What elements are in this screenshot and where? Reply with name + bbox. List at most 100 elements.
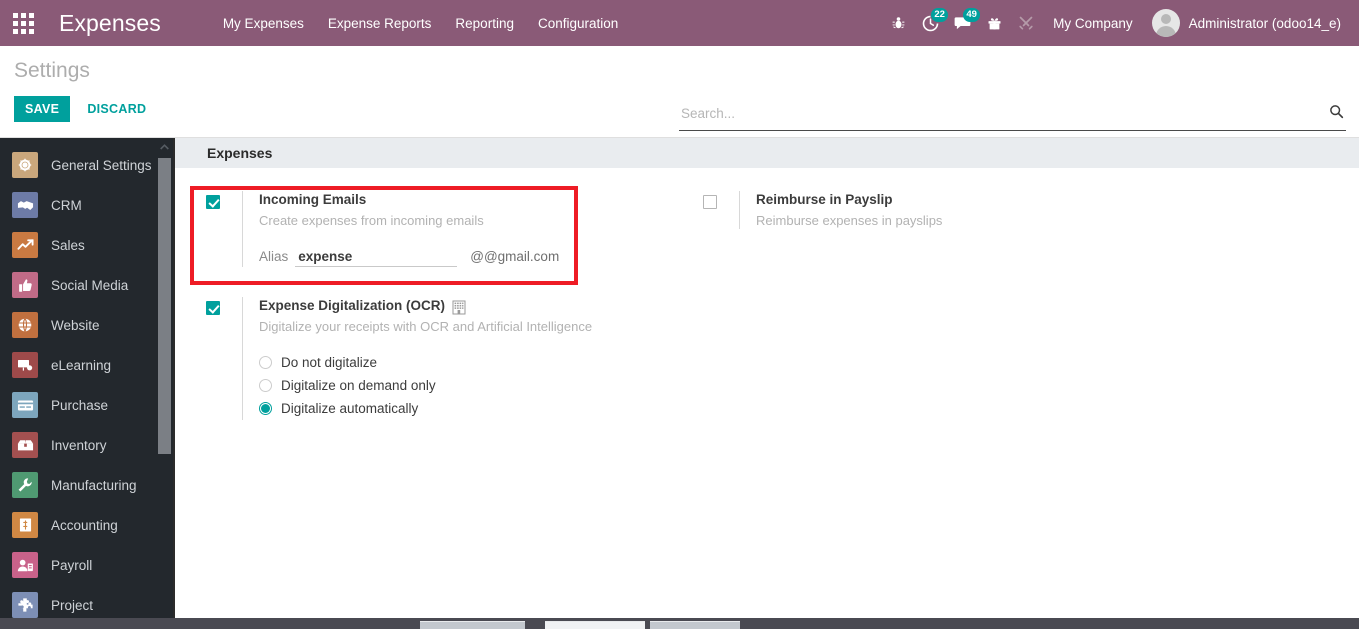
- sidebar-item-accounting[interactable]: Accounting: [0, 505, 173, 545]
- sidebar-item-label: eLearning: [51, 357, 112, 373]
- settings-column-right: Reimburse in Payslip Reimburse expenses …: [689, 185, 1186, 426]
- alias-field-row: Alias @@gmail.com: [259, 249, 689, 267]
- scrollbar-thumb[interactable]: [158, 158, 171, 454]
- sidebar-item-label: General Settings: [51, 157, 152, 173]
- app-brand-title[interactable]: Expenses: [59, 10, 161, 37]
- action-buttons: SAVE DISCARD: [14, 96, 155, 122]
- save-button[interactable]: SAVE: [14, 96, 71, 122]
- ocr-radio-group: Do not digitalize Digitalize on demand o…: [259, 351, 689, 420]
- menu-item-reporting[interactable]: Reporting: [443, 8, 526, 39]
- ocr-option-do-not-digitalize[interactable]: Do not digitalize: [259, 351, 689, 374]
- ocr-checkbox-wrap: [206, 297, 242, 315]
- box-icon: [12, 432, 38, 458]
- enterprise-building-icon: [452, 300, 466, 315]
- settings-sidebar[interactable]: General Settings CRM Sales Social Media: [0, 138, 173, 629]
- sidebar-scrollbar[interactable]: [156, 138, 173, 629]
- os-taskbar: [0, 618, 1359, 629]
- menu-item-configuration[interactable]: Configuration: [526, 8, 630, 39]
- alias-label: Alias: [259, 249, 289, 264]
- reimburse-description: Reimburse expenses in payslips: [756, 213, 943, 228]
- company-selector[interactable]: My Company: [1042, 8, 1144, 39]
- discard-button[interactable]: DISCARD: [78, 96, 155, 122]
- radio-do-not-digitalize[interactable]: [259, 356, 272, 369]
- search-input[interactable]: [679, 106, 1323, 125]
- ocr-title: Expense Digitalization (OCR): [259, 297, 689, 315]
- taskbar-window-3[interactable]: [650, 621, 740, 629]
- radio-label: Do not digitalize: [281, 355, 378, 370]
- bug-icon[interactable]: [882, 0, 914, 46]
- search-icon[interactable]: [1323, 104, 1346, 128]
- sidebar-item-label: Inventory: [51, 437, 107, 453]
- settings-content: Expenses Incoming Emails Create expenses…: [173, 138, 1359, 618]
- sidebar-item-sales[interactable]: Sales: [0, 225, 173, 265]
- incoming-emails-title: Incoming Emails: [259, 191, 689, 209]
- setting-reimburse-in-payslip: Reimburse in Payslip Reimburse expenses …: [689, 185, 1186, 235]
- sidebar-item-label: Website: [51, 317, 100, 333]
- globe-icon: [12, 312, 38, 338]
- sidebar-item-label: Social Media: [51, 277, 129, 293]
- employee-icon: [12, 552, 38, 578]
- main-menu: My Expenses Expense Reports Reporting Co…: [211, 8, 630, 39]
- handshake-icon: [12, 192, 38, 218]
- radio-digitalize-on-demand[interactable]: [259, 379, 272, 392]
- radio-digitalize-automatically[interactable]: [259, 402, 272, 415]
- sidebar-item-purchase[interactable]: Purchase: [0, 385, 173, 425]
- wrench-icon: [12, 472, 38, 498]
- top-navigation-bar: Expenses My Expenses Expense Reports Rep…: [0, 0, 1359, 46]
- reimburse-title: Reimburse in Payslip: [756, 191, 1186, 209]
- sidebar-item-label: Manufacturing: [51, 477, 137, 493]
- gift-icon[interactable]: [978, 0, 1010, 46]
- ocr-title-text: Expense Digitalization (OCR): [259, 298, 446, 313]
- radio-label: Digitalize on demand only: [281, 378, 436, 393]
- control-panel: Settings SAVE DISCARD: [0, 46, 1359, 138]
- sidebar-item-label: Sales: [51, 237, 85, 253]
- sidebar-item-label: Purchase: [51, 397, 109, 413]
- taskbar-window-1[interactable]: [420, 621, 525, 629]
- setting-incoming-emails: Incoming Emails Create expenses from inc…: [192, 185, 689, 273]
- chevron-up-icon[interactable]: [156, 138, 173, 155]
- menu-item-expense-reports[interactable]: Expense Reports: [316, 8, 444, 39]
- messages-chat-icon[interactable]: 49: [946, 0, 981, 46]
- ocr-option-on-demand[interactable]: Digitalize on demand only: [259, 374, 689, 397]
- activity-clock-icon[interactable]: 22: [914, 0, 949, 46]
- sidebar-item-manufacturing[interactable]: Manufacturing: [0, 465, 173, 505]
- search-bar: [679, 101, 1346, 131]
- incoming-emails-description: Create expenses from incoming emails: [259, 213, 484, 228]
- gear-icon: [12, 152, 38, 178]
- reimburse-title-text: Reimburse in Payslip: [756, 192, 893, 207]
- sidebar-item-general-settings[interactable]: General Settings: [0, 145, 173, 185]
- thumbs-up-icon: [12, 272, 38, 298]
- reimburse-body: Reimburse in Payslip Reimburse expenses …: [739, 191, 1186, 229]
- reimburse-checkbox-wrap: [703, 191, 739, 209]
- alias-domain-suffix: @@gmail.com: [470, 249, 560, 264]
- sidebar-list: General Settings CRM Sales Social Media: [0, 138, 173, 625]
- expenses-settings-block: Expenses Incoming Emails Create expenses…: [175, 138, 1359, 426]
- ocr-option-automatically[interactable]: Digitalize automatically: [259, 397, 689, 420]
- invoice-icon: [12, 512, 38, 538]
- menu-item-my-expenses[interactable]: My Expenses: [211, 8, 316, 39]
- reimburse-in-payslip-checkbox[interactable]: [703, 195, 717, 209]
- chart-line-icon: [12, 232, 38, 258]
- ocr-description: Digitalize your receipts with OCR and Ar…: [259, 319, 593, 334]
- incoming-emails-checkbox[interactable]: [206, 195, 220, 209]
- sidebar-item-website[interactable]: Website: [0, 305, 173, 345]
- tools-icon[interactable]: [1010, 0, 1042, 46]
- sidebar-item-payroll[interactable]: Payroll: [0, 545, 173, 585]
- sidebar-item-social-media[interactable]: Social Media: [0, 265, 173, 305]
- avatar: [1151, 9, 1180, 37]
- settings-column-left: Incoming Emails Create expenses from inc…: [192, 185, 689, 426]
- presentation-icon: [12, 352, 38, 378]
- sidebar-item-crm[interactable]: CRM: [0, 185, 173, 225]
- section-header-expenses: Expenses: [175, 138, 1359, 168]
- apps-grid-icon[interactable]: [0, 0, 46, 46]
- expense-digitalization-checkbox[interactable]: [206, 301, 220, 315]
- incoming-emails-title-text: Incoming Emails: [259, 192, 367, 207]
- page-title: Settings: [14, 59, 90, 82]
- system-tray: 22 49 My Company Administrator (odoo14_e…: [882, 0, 1359, 46]
- taskbar-window-2[interactable]: [545, 621, 645, 629]
- user-menu[interactable]: Administrator (odoo14_e): [1144, 5, 1347, 41]
- alias-input[interactable]: [295, 249, 458, 267]
- sidebar-item-elearning[interactable]: eLearning: [0, 345, 173, 385]
- sidebar-item-inventory[interactable]: Inventory: [0, 425, 173, 465]
- setting-expense-digitalization: Expense Digitalization (OCR) Digitalize …: [192, 291, 689, 426]
